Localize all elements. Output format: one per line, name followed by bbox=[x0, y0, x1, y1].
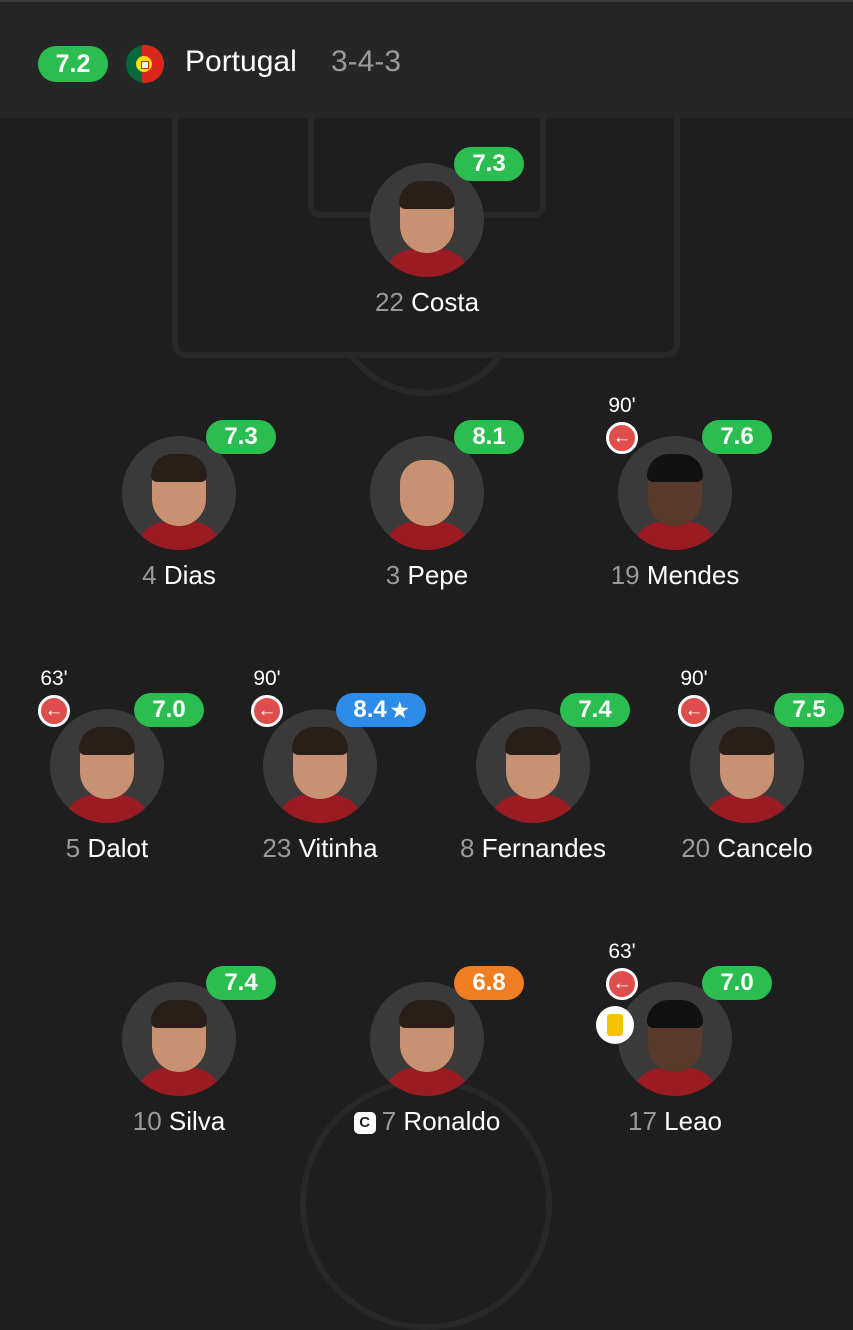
player-rating-badge: 7.3 bbox=[454, 147, 524, 181]
player-rating-badge: 8.1 bbox=[454, 420, 524, 454]
player-pepe[interactable]: 8.1 3 Pepe bbox=[307, 420, 547, 606]
player-rating-badge: 6.8 bbox=[454, 966, 524, 1000]
player-number: 22 bbox=[374, 287, 404, 317]
player-name: Costa bbox=[411, 287, 480, 317]
player-ronaldo[interactable]: 6.8 C7 Ronaldo bbox=[307, 966, 547, 1152]
substitution-minute: 90' bbox=[253, 667, 281, 690]
player-number: 4 bbox=[142, 560, 157, 590]
player-label: C7 Ronaldo bbox=[307, 1106, 547, 1137]
player-number: 10 bbox=[132, 1106, 162, 1136]
player-number: 7 bbox=[381, 1106, 397, 1136]
player-name: Vitinha bbox=[298, 833, 378, 863]
player-label: 19 Mendes bbox=[555, 560, 795, 591]
player-dalot[interactable]: 63' ← 7.0 5 Dalot bbox=[0, 667, 227, 879]
player-label: 4 Dias bbox=[59, 560, 299, 591]
player-label: 22 Costa bbox=[307, 287, 547, 318]
player-rating-badge: 7.4 bbox=[560, 693, 630, 727]
player-rating-badge: 7.0 bbox=[702, 966, 772, 1000]
player-cancelo[interactable]: 90' ← 7.5 20 Cancelo bbox=[627, 667, 853, 879]
team-header: 7.2 Portugal 3-4-3 bbox=[0, 0, 853, 118]
captain-badge-icon: C bbox=[353, 1112, 376, 1134]
player-costa[interactable]: 7.3 22 Costa bbox=[307, 147, 547, 333]
player-mendes[interactable]: 90' ← 7.6 19 Mendes bbox=[555, 394, 795, 606]
player-number: 23 bbox=[262, 833, 292, 863]
player-name: Ronaldo bbox=[403, 1106, 501, 1136]
substitution-out-icon: ← bbox=[678, 695, 710, 727]
player-number: 19 bbox=[610, 560, 640, 590]
substitution-out-icon: ← bbox=[251, 695, 283, 727]
team-rating-badge: 7.2 bbox=[38, 46, 108, 82]
player-label: 3 Pepe bbox=[307, 560, 547, 591]
player-name: Mendes bbox=[646, 560, 740, 590]
player-rating-badge: 7.0 bbox=[134, 693, 204, 727]
player-name: Dalot bbox=[87, 833, 149, 863]
substitution-minute: 63' bbox=[608, 940, 636, 963]
player-rating-badge: 7.4 bbox=[206, 966, 276, 1000]
player-label: 8 Fernandes bbox=[413, 833, 653, 864]
player-number: 3 bbox=[385, 560, 401, 590]
player-fernandes[interactable]: 7.4 8 Fernandes bbox=[413, 693, 653, 879]
substitution-minute: 90' bbox=[680, 667, 708, 690]
substitution-minute: 90' bbox=[608, 394, 636, 417]
team-name[interactable]: Portugal bbox=[185, 45, 297, 79]
player-label: 20 Cancelo bbox=[627, 833, 853, 864]
substitution-out-icon: ← bbox=[606, 422, 638, 454]
player-name: Dias bbox=[163, 560, 216, 590]
player-label: 23 Vitinha bbox=[200, 833, 440, 864]
player-rating-badge: 7.5 bbox=[774, 693, 844, 727]
player-dias[interactable]: 7.3 4 Dias bbox=[59, 420, 299, 606]
player-silva[interactable]: 7.4 10 Silva bbox=[59, 966, 299, 1152]
player-rating-badge: 7.3 bbox=[206, 420, 276, 454]
player-name: Leao bbox=[664, 1106, 722, 1136]
player-leao[interactable]: 63' ← 7.0 17 Leao bbox=[555, 940, 795, 1152]
player-number: 8 bbox=[459, 833, 475, 863]
player-label: 10 Silva bbox=[59, 1106, 299, 1137]
substitution-out-icon: ← bbox=[38, 695, 70, 727]
player-name: Pepe bbox=[407, 560, 469, 590]
player-number: 5 bbox=[65, 833, 81, 863]
portugal-flag-icon bbox=[126, 45, 164, 83]
player-name: Silva bbox=[168, 1106, 226, 1136]
yellow-card-icon bbox=[596, 1006, 634, 1044]
player-vitinha[interactable]: 90' ← 8.4 ★ 23 Vitinha bbox=[200, 667, 440, 879]
player-name: Fernandes bbox=[481, 833, 606, 863]
substitution-out-icon: ← bbox=[606, 968, 638, 1000]
star-icon: ★ bbox=[390, 699, 409, 722]
player-name: Cancelo bbox=[717, 833, 813, 863]
player-label: 5 Dalot bbox=[0, 833, 227, 864]
formation-label: 3-4-3 bbox=[331, 45, 402, 78]
player-number: 20 bbox=[681, 833, 711, 863]
rating-value: 8.4 bbox=[353, 696, 387, 723]
player-number: 17 bbox=[628, 1106, 657, 1136]
player-label: 17 Leao bbox=[555, 1106, 795, 1137]
player-rating-badge: 7.6 bbox=[702, 420, 772, 454]
substitution-minute: 63' bbox=[40, 667, 68, 690]
